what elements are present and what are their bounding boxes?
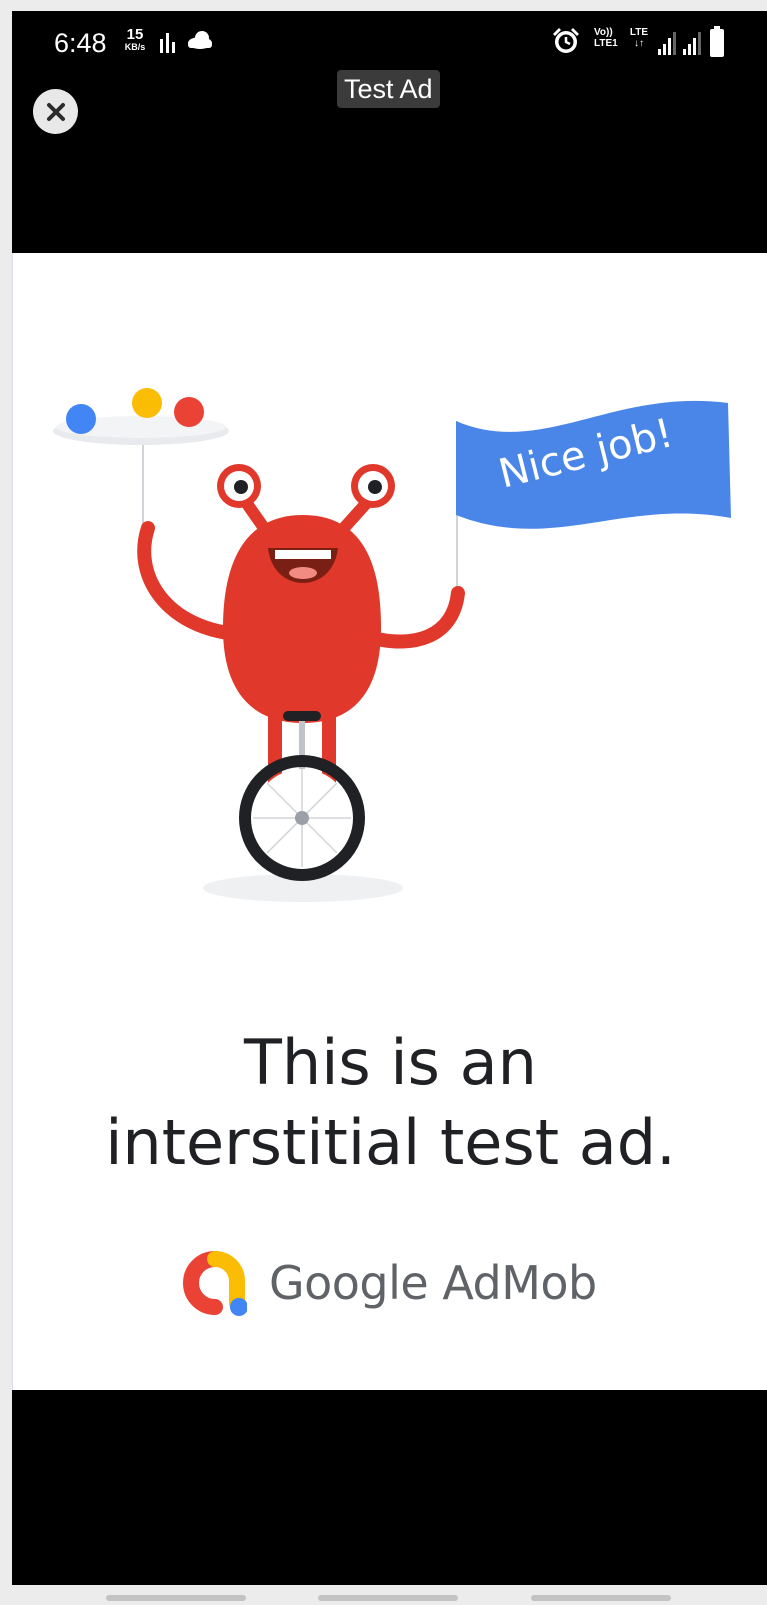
lte-text: LTE xyxy=(629,27,649,38)
ad-screen: 6:48 15 KB/s Vo)) LTE1 LTE ↓↑ Test Ad Ni… xyxy=(12,11,767,1585)
activity-bars-icon xyxy=(160,33,175,53)
cloud-icon xyxy=(188,31,212,49)
network-speed-value: 15 xyxy=(126,26,144,43)
monster-illustration: Nice job! xyxy=(53,388,731,902)
status-left-icons xyxy=(160,31,212,53)
alarm-icon xyxy=(553,28,579,53)
headline-line-2: interstitial test ad. xyxy=(105,1106,676,1179)
ad-creative[interactable]: Nice job! This is an interstitial test a… xyxy=(12,253,767,1390)
red-ball xyxy=(174,397,204,427)
network-speed: 15 KB/s xyxy=(118,27,152,52)
left-arm xyxy=(137,521,235,640)
lte-indicator: LTE ↓↑ xyxy=(626,27,652,49)
recents-handle[interactable] xyxy=(106,1595,246,1601)
admob-logo-icon xyxy=(183,1251,247,1316)
blue-ball xyxy=(66,404,96,434)
yellow-ball xyxy=(132,388,162,418)
unicycle-seat xyxy=(283,711,321,721)
home-handle[interactable] xyxy=(318,1595,458,1601)
headline-line-1: This is an xyxy=(244,1026,537,1099)
status-bar: 6:48 15 KB/s Vo)) LTE1 LTE ↓↑ xyxy=(12,11,767,71)
volte-bottom-text: LTE1 xyxy=(594,38,618,49)
navigation-bar xyxy=(0,1585,767,1605)
back-handle[interactable] xyxy=(531,1595,671,1601)
ad-headline: This is an interstitial test ad. xyxy=(13,1023,767,1183)
volte-indicator: Vo)) LTE1 xyxy=(594,27,622,49)
admob-brand-name: Google AdMob xyxy=(269,1256,597,1310)
data-arrows-icon: ↓↑ xyxy=(634,38,644,49)
unicycle-wheel xyxy=(239,755,365,881)
close-button[interactable] xyxy=(33,89,78,134)
volte-top-text: Vo)) xyxy=(594,27,613,38)
juggling-plate xyxy=(53,388,229,545)
battery-icon xyxy=(710,26,724,57)
close-icon xyxy=(46,102,65,121)
right-arm xyxy=(366,586,465,649)
monster-body xyxy=(223,515,381,723)
network-speed-unit: KB/s xyxy=(124,42,146,52)
admob-brand: Google AdMob xyxy=(183,1243,597,1323)
test-ad-badge: Test Ad xyxy=(337,70,440,108)
status-time: 6:48 xyxy=(54,28,107,58)
nice-job-flag: Nice job! xyxy=(456,400,731,598)
